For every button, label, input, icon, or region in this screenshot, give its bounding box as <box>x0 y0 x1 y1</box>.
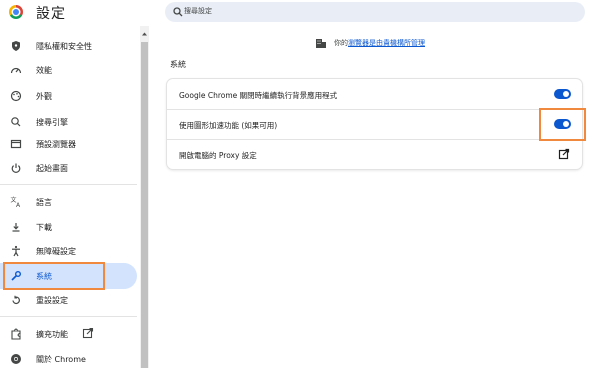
browser-window-icon <box>10 139 22 149</box>
managed-notice-link[interactable]: 瀏覽器是由貴機構所管理 <box>348 38 425 48</box>
highlight-box-toggle <box>539 108 586 141</box>
accessibility-icon <box>12 245 20 257</box>
settings-row-hardware-acceleration[interactable]: 使用圖形加速功能 (如果可用) <box>167 109 582 139</box>
sidebar-scrollbar-thumb[interactable] <box>141 42 148 368</box>
svg-text:A: A <box>16 202 21 209</box>
search-icon <box>11 117 21 127</box>
sidebar-item-label: 外觀 <box>36 91 52 101</box>
translate-icon: 文 A <box>11 196 22 209</box>
sidebar-item-reset[interactable]: 重設設定 <box>0 287 137 313</box>
building-icon <box>316 38 326 48</box>
sidebar-item-label: 預設瀏覽器 <box>36 139 76 149</box>
search-input[interactable]: 搜尋設定 <box>165 2 585 22</box>
reset-icon <box>12 295 20 305</box>
setting-label: Google Chrome 關閉時繼續執行背景應用程式 <box>179 91 338 100</box>
managed-notice-prefix: 你的 <box>334 39 348 47</box>
search-placeholder: 搜尋設定 <box>184 7 212 15</box>
setting-label: 使用圖形加速功能 (如果可用) <box>179 121 278 130</box>
shield-icon <box>12 41 20 51</box>
sidebar-item-downloads[interactable]: 下載 <box>0 214 137 240</box>
open-in-new-icon[interactable] <box>558 148 570 160</box>
managed-notice: 你的 瀏覽器是由貴機構所管理 <box>316 37 425 49</box>
sidebar-item-label: 搜尋引擎 <box>36 117 68 127</box>
sidebar-item-label: 語言 <box>36 197 52 207</box>
palette-icon <box>10 90 22 102</box>
sidebar-item-about-chrome[interactable]: 關於 Chrome <box>0 346 137 368</box>
sidebar-item-label: 重設設定 <box>36 295 68 305</box>
sidebar: 隱私權和安全性 效能 外觀 搜尋引擎 預設瀏覽器 起始畫面 文 A 語言 下載 … <box>0 26 150 368</box>
puzzle-icon <box>11 328 21 340</box>
toggle-knob <box>563 91 569 97</box>
settings-row-background-apps[interactable]: Google Chrome 關閉時繼續執行背景應用程式 <box>167 79 582 109</box>
open-in-new-icon <box>82 327 94 339</box>
sidebar-item-label: 隱私權和安全性 <box>36 41 92 51</box>
sidebar-item-appearance[interactable]: 外觀 <box>0 83 137 109</box>
sidebar-item-languages[interactable]: 文 A 語言 <box>0 189 137 215</box>
highlight-box-system <box>3 262 105 290</box>
chrome-icon <box>11 354 21 364</box>
sidebar-item-label: 下載 <box>36 222 52 232</box>
sidebar-item-on-startup[interactable]: 起始畫面 <box>0 155 137 181</box>
speedometer-icon <box>10 67 22 74</box>
sidebar-item-extensions[interactable]: 擴充功能 <box>0 321 137 347</box>
chrome-logo-icon <box>9 5 23 19</box>
sidebar-divider <box>0 184 137 185</box>
sidebar-item-privacy[interactable]: 隱私權和安全性 <box>0 33 137 59</box>
section-title: 系統 <box>170 60 186 69</box>
sidebar-item-label: 關於 Chrome <box>36 354 86 364</box>
sidebar-item-label: 效能 <box>36 65 52 75</box>
sidebar-item-label: 起始畫面 <box>36 163 68 173</box>
sidebar-item-default-browser[interactable]: 預設瀏覽器 <box>0 131 137 157</box>
background-apps-toggle[interactable] <box>554 89 571 99</box>
system-settings-card: Google Chrome 關閉時繼續執行背景應用程式 使用圖形加速功能 (如果… <box>167 79 582 169</box>
setting-label: 開啟電腦的 Proxy 設定 <box>179 151 257 160</box>
page-title: 設定 <box>36 6 66 22</box>
scroll-up-arrow-icon[interactable] <box>141 30 148 38</box>
power-icon <box>11 163 21 173</box>
download-icon <box>12 223 20 232</box>
sidebar-item-label: 無障礙設定 <box>36 246 76 256</box>
header: 設定 搜尋設定 <box>0 0 602 26</box>
sidebar-item-performance[interactable]: 效能 <box>0 57 137 83</box>
settings-row-proxy[interactable]: 開啟電腦的 Proxy 設定 <box>167 139 582 169</box>
sidebar-divider <box>0 316 137 317</box>
sidebar-item-accessibility[interactable]: 無障礙設定 <box>0 238 137 264</box>
sidebar-item-label: 擴充功能 <box>36 329 68 339</box>
search-icon <box>173 7 183 17</box>
